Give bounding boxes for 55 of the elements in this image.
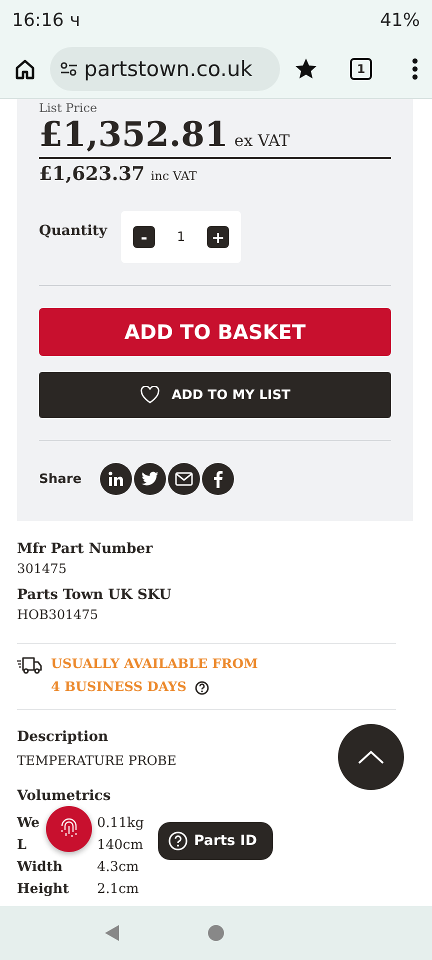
- chevron-up-icon: [357, 749, 385, 765]
- spec-label: Height: [17, 880, 69, 899]
- detail-value: HOB301475: [17, 607, 98, 625]
- availability-text: 4 BUSINESS DAYS: [51, 679, 187, 697]
- battery-level: 41%: [380, 10, 420, 30]
- detail-label: Parts Town UK SKU: [17, 586, 172, 605]
- share-link[interactable]: [134, 463, 166, 495]
- home-dot-icon[interactable]: [208, 925, 224, 941]
- spec-label: L: [17, 836, 26, 855]
- status-time: 16:16 ч: [12, 10, 80, 30]
- parts-id-button[interactable]: Parts ID: [158, 822, 273, 860]
- address-bar[interactable]: partstown.co.uk: [50, 47, 280, 91]
- increase-button[interactable]: +: [207, 226, 230, 248]
- share-link[interactable]: [202, 463, 234, 495]
- linkedin-icon: [108, 471, 124, 487]
- share-link[interactable]: [168, 463, 200, 495]
- facebook-icon: [212, 470, 223, 488]
- share-link[interactable]: [100, 463, 132, 495]
- fingerprint-button[interactable]: [46, 806, 92, 852]
- quantity-label: Quantity: [39, 223, 108, 239]
- site-settings-icon[interactable]: [60, 62, 78, 76]
- star-icon[interactable]: [294, 57, 318, 81]
- availability-text: USUALLY AVAILABLE FROM: [51, 656, 258, 674]
- description-label: Description: [17, 728, 108, 747]
- back-icon[interactable]: [104, 924, 120, 942]
- add-to-list-button[interactable]: ADD TO MY LIST: [39, 372, 391, 418]
- add-to-basket-button[interactable]: ADD TO BASKET: [39, 308, 391, 356]
- bird-icon: [140, 471, 159, 487]
- list-price-label: List Price: [39, 101, 98, 115]
- share-label: Share: [39, 472, 82, 486]
- help-icon: [168, 831, 188, 851]
- spec-value: 140cm: [97, 836, 144, 855]
- decrease-button[interactable]: -: [133, 226, 156, 248]
- quantity-value[interactable]: 1: [176, 230, 186, 244]
- fingerprint-icon: [59, 818, 79, 840]
- spec-label: We: [17, 814, 40, 833]
- home-icon[interactable]: [14, 58, 36, 80]
- tab-count[interactable]: 1: [350, 58, 372, 80]
- detail-value: 301475: [17, 561, 67, 579]
- description-value: TEMPERATURE PROBE: [17, 753, 176, 771]
- inc-vat-label: inc VAT: [150, 169, 197, 183]
- spec-label: Width: [17, 858, 63, 877]
- menu-icon[interactable]: [412, 58, 418, 80]
- spec-value: 0.11kg: [97, 814, 144, 833]
- truck-icon: [17, 655, 43, 675]
- spec-value: 2.1cm: [97, 880, 139, 899]
- price-inc-vat: £1,623.37: [39, 163, 145, 185]
- help-icon[interactable]: [194, 680, 209, 694]
- envelope-icon: [174, 472, 193, 486]
- detail-label: Mfr Part Number: [17, 540, 153, 559]
- price-ex-vat: £1,352.81: [39, 115, 228, 155]
- ex-vat-label: ex VAT: [234, 131, 290, 150]
- volumetrics-label: Volumetrics: [17, 787, 111, 806]
- spec-value: 4.3cm: [97, 858, 139, 877]
- heart-icon: [140, 386, 160, 404]
